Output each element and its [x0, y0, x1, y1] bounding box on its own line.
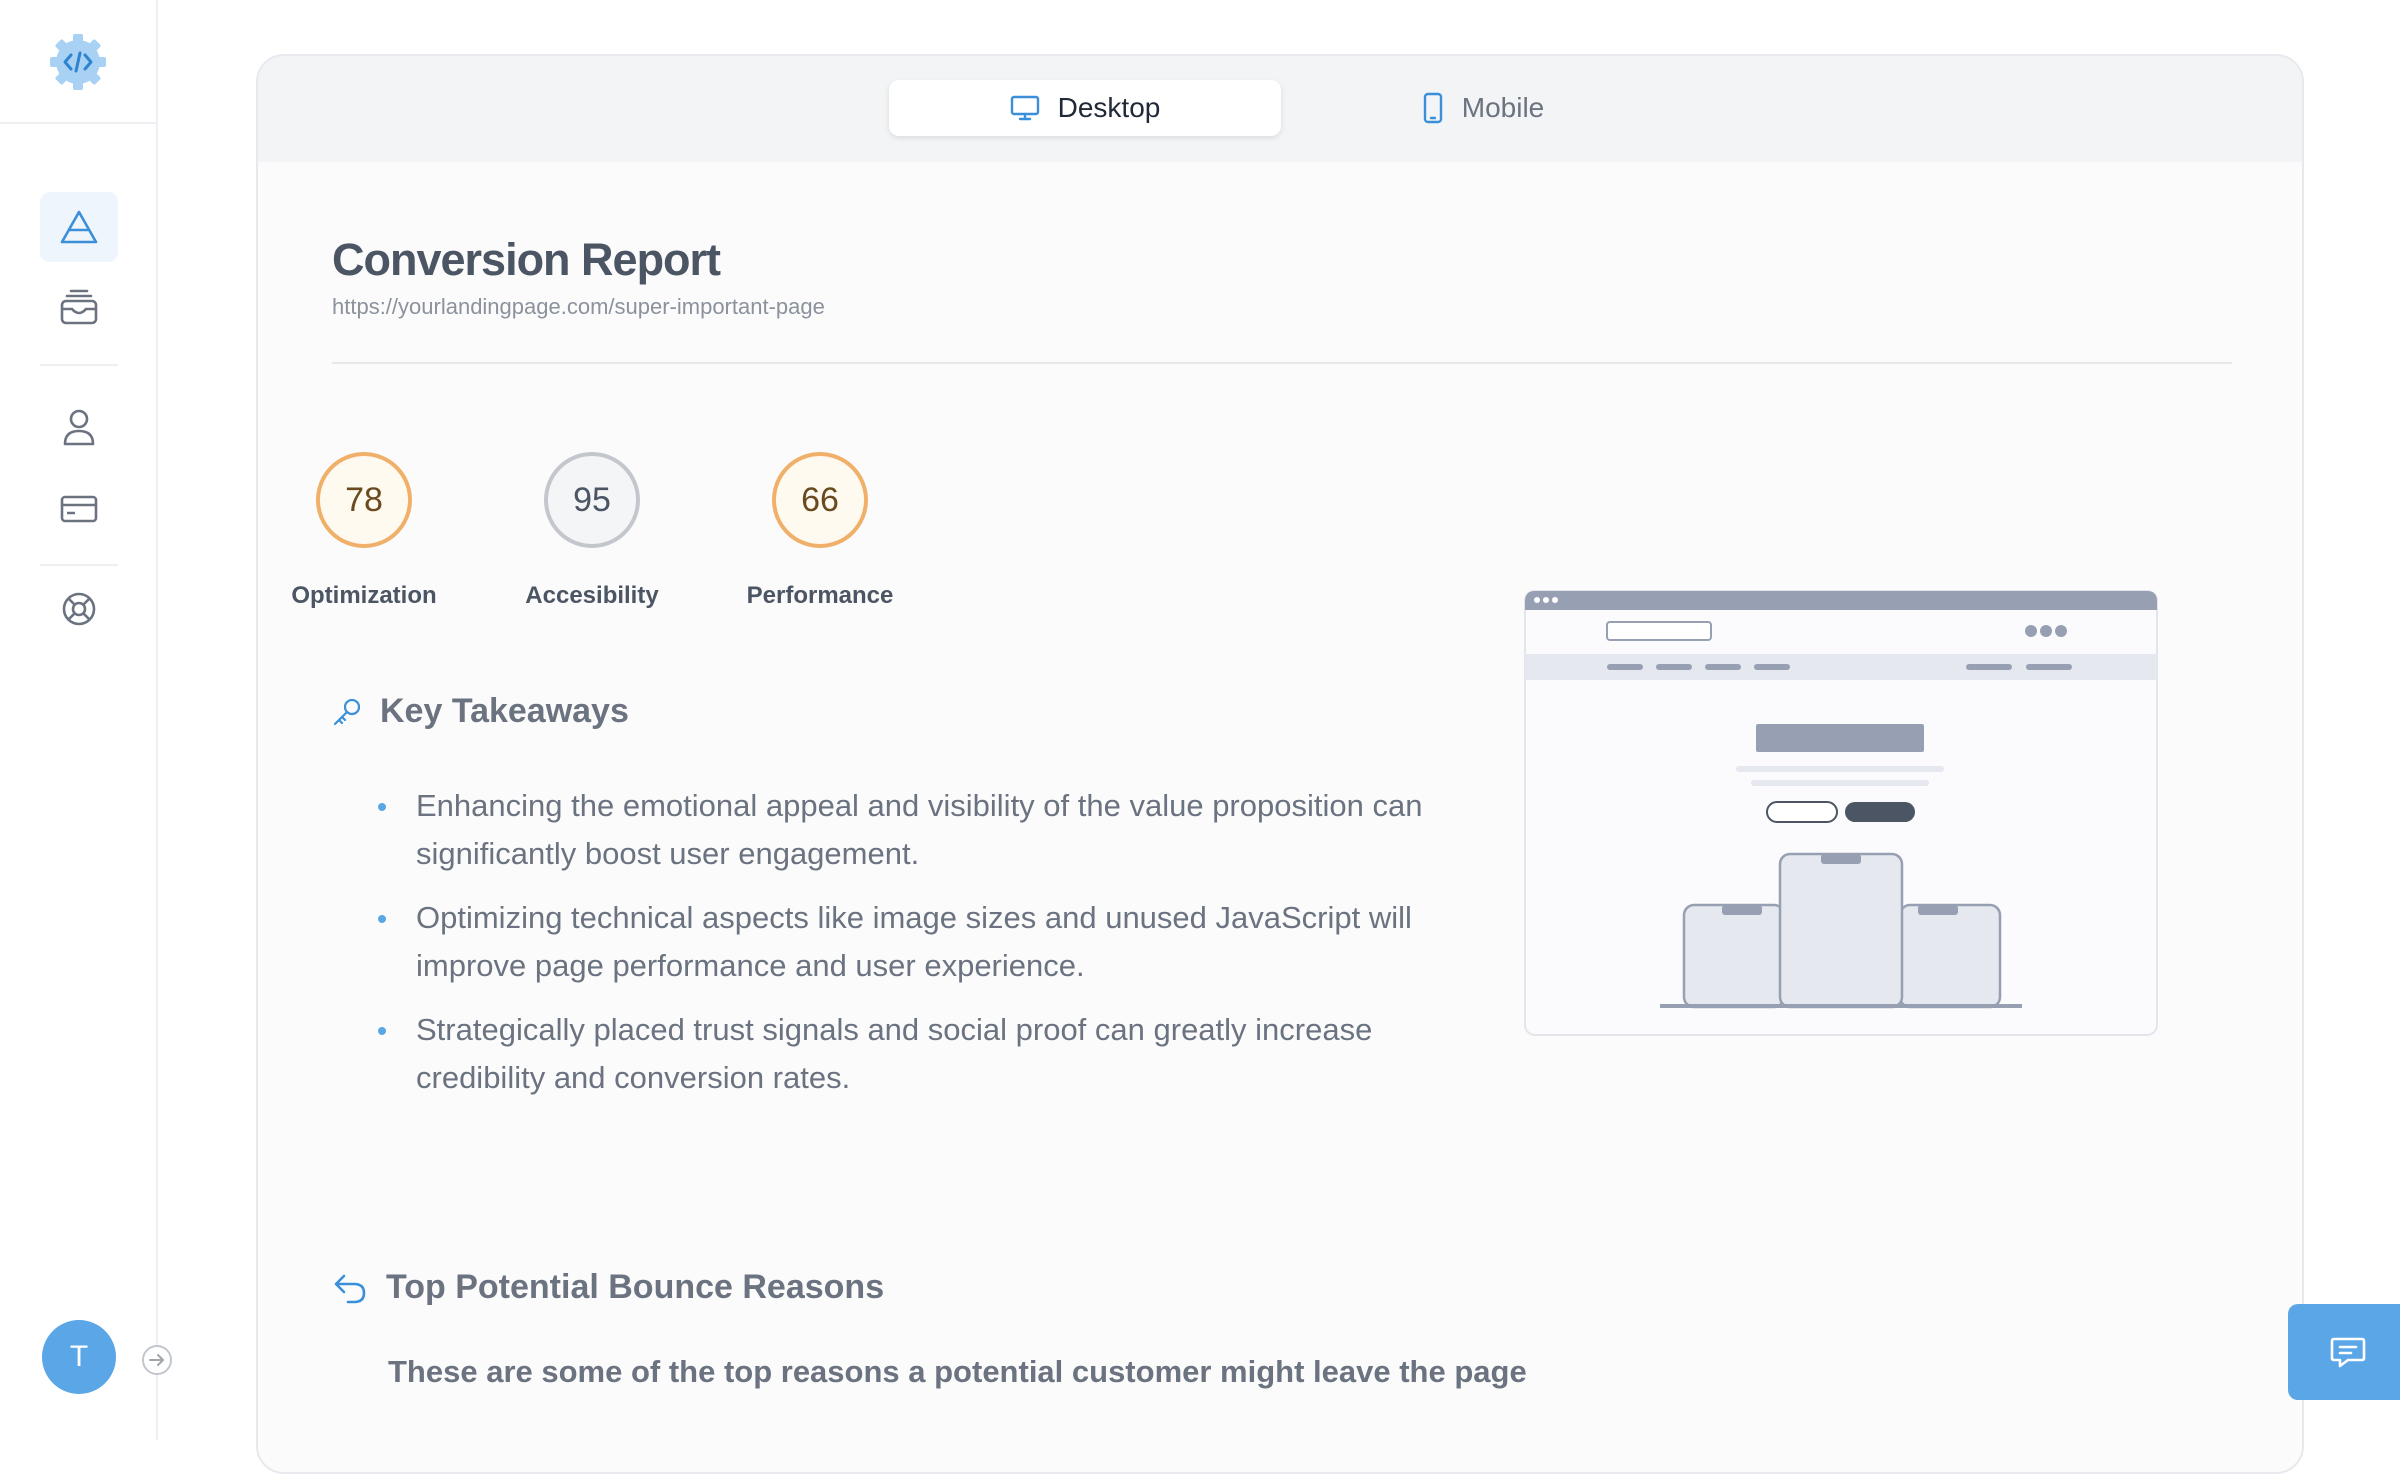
expand-sidebar-icon[interactable] — [140, 1343, 174, 1377]
avatar[interactable]: T — [42, 1320, 116, 1394]
key-takeaways-heading: Key Takeaways — [332, 692, 629, 731]
nav-support[interactable] — [40, 574, 118, 644]
nav-profile[interactable] — [40, 392, 118, 462]
monitor-icon — [1010, 95, 1039, 121]
inbox-stack-icon — [60, 289, 98, 325]
score-ring: 66 — [772, 452, 868, 548]
nav-divider — [40, 364, 118, 366]
user-icon — [63, 409, 95, 446]
score-accessibility: 95 Accesibility — [482, 452, 702, 610]
nav-divider — [40, 564, 118, 566]
tab-desktop-label: Desktop — [1057, 92, 1161, 123]
landing-page-illustration — [1524, 590, 2158, 1036]
smartphone-icon — [1423, 92, 1442, 124]
score-performance: 66 Performance — [710, 452, 930, 610]
chat-icon — [2330, 1337, 2366, 1368]
list-item: Enhancing the emotional appeal and visib… — [378, 782, 1498, 878]
score-label: Performance — [746, 582, 894, 609]
nav-billing[interactable] — [40, 474, 118, 544]
section-title: Top Potential Bounce Reasons — [386, 1268, 885, 1306]
chat-button[interactable] — [2288, 1304, 2400, 1400]
report-card: Desktop Mobile Conversion Report https:/… — [256, 54, 2304, 1474]
lifebuoy-icon — [62, 592, 96, 626]
score-ring: 95 — [544, 452, 640, 548]
sidebar: T — [0, 0, 172, 1440]
list-item: Strategically placed trust signals and s… — [378, 1006, 1498, 1102]
logo-area — [0, 0, 158, 124]
triangle-icon — [60, 210, 98, 244]
score-label: Optimization — [291, 582, 437, 609]
takeaways-list: Enhancing the emotional appeal and visib… — [378, 782, 1498, 1118]
header-divider — [332, 362, 2232, 364]
score-label: Accesibility — [525, 582, 659, 609]
nav-inbox[interactable] — [40, 272, 118, 342]
bounce-subtitle: These are some of the top reasons a pote… — [388, 1354, 1527, 1389]
report-url: https://yourlandingpage.com/super-import… — [332, 294, 825, 319]
tab-mobile-label: Mobile — [1461, 92, 1545, 123]
code-gear-logo-icon[interactable] — [46, 30, 110, 94]
tab-desktop[interactable]: Desktop — [889, 80, 1281, 136]
bounce-reasons-heading: Top Potential Bounce Reasons — [332, 1268, 884, 1307]
undo-arrow-icon — [334, 1274, 366, 1303]
list-item: Optimizing technical aspects like image … — [378, 894, 1498, 990]
credit-card-icon — [60, 495, 98, 523]
key-icon — [333, 698, 361, 725]
nav-funnel[interactable] — [40, 192, 118, 262]
page-title: Conversion Report — [332, 234, 721, 285]
section-title: Key Takeaways — [380, 692, 629, 730]
score-ring: 78 — [316, 452, 412, 548]
tab-mobile[interactable]: Mobile — [1287, 80, 1679, 136]
score-optimization: 78 Optimization — [258, 452, 474, 610]
view-tabs: Desktop Mobile — [258, 56, 2302, 162]
